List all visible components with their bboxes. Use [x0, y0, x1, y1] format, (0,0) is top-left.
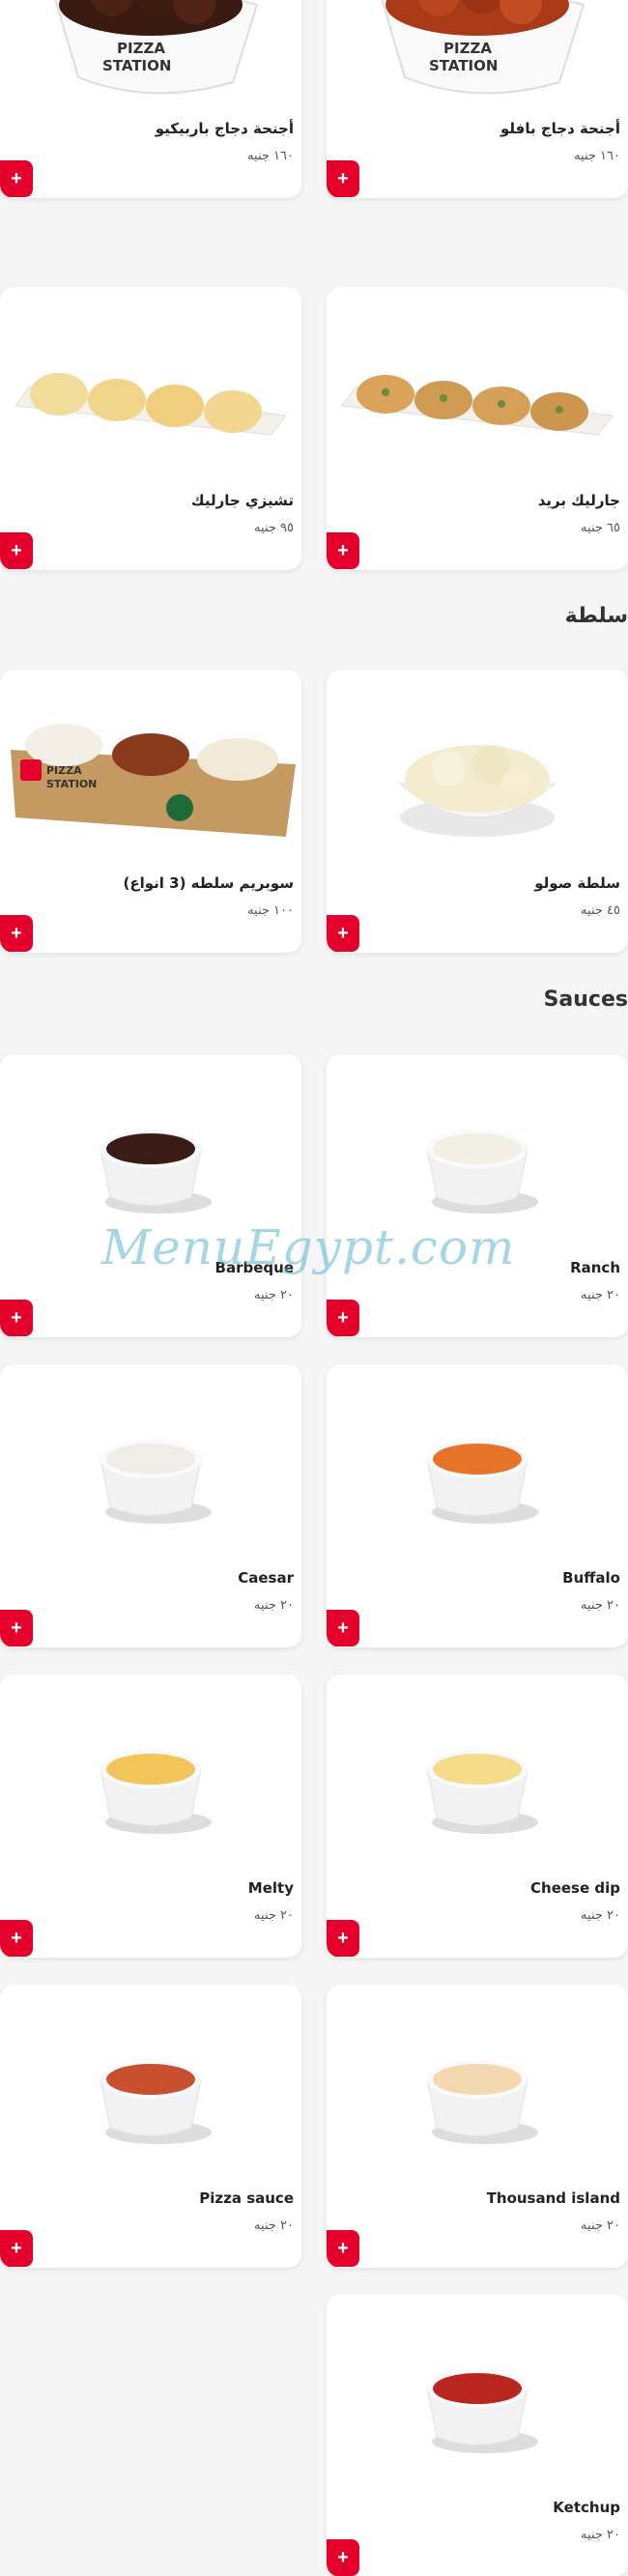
add-to-cart-button[interactable]: + [327, 915, 359, 952]
add-to-cart-button[interactable]: + [0, 160, 33, 197]
add-to-cart-button[interactable]: + [327, 2230, 359, 2267]
cheese-dip-image [327, 1674, 628, 1892]
ketchup-image [327, 2294, 628, 2511]
item-name: Cheese dip [530, 1879, 620, 1897]
menu-card-cheese-dip[interactable]: Cheese dip ٢٠ جنيه + [327, 1674, 628, 1958]
item-name: Ketchup [553, 2499, 620, 2516]
item-price: ١٦٠ جنيه [574, 149, 620, 163]
caesar-sauce-image [0, 1364, 301, 1582]
item-price: ٢٠ جنيه [581, 1288, 620, 1302]
menu-card-buffalo[interactable]: Buffalo ٢٠ جنيه + [327, 1364, 628, 1647]
item-price: ١٠٠ جنيه [247, 903, 294, 918]
svg-text:PIZZA: PIZZA [443, 40, 492, 57]
garlic-bread-image [327, 287, 628, 504]
item-name: Pizza sauce [199, 2190, 294, 2207]
item-name: Caesar [238, 1569, 294, 1587]
item-name: أجنحة دجاج بافلو [500, 120, 620, 137]
item-name: جارليك بريد [537, 492, 620, 509]
menu-card-buffalo-wings[interactable]: PIZZA STATION أجنحة دجاج بافلو ١٦٠ جنيه … [327, 0, 628, 198]
menu-card-barbeque[interactable]: Barbeque ٢٠ جنيه + [0, 1054, 301, 1337]
bbq-wings-image: PIZZA STATION [0, 0, 301, 132]
menu-card-ranch[interactable]: Ranch ٢٠ جنيه + [327, 1054, 628, 1337]
item-price: ٢٠ جنيه [581, 1598, 620, 1613]
item-price: ٢٠ جنيه [254, 1288, 294, 1302]
item-price: ٤٥ جنيه [581, 903, 620, 918]
menu-card-supreme-salad[interactable]: PIZZA STATION سوبريم سلطه (3 انواع) ١٠٠ … [0, 670, 301, 953]
item-name: Melty [247, 1879, 294, 1897]
menu-card-melty[interactable]: Melty ٢٠ جنيه + [0, 1674, 301, 1958]
svg-text:PIZZA: PIZZA [117, 40, 165, 57]
item-name: تشيزي جارليك [190, 492, 294, 509]
add-to-cart-button[interactable]: + [327, 532, 359, 569]
menu-card-thousand-island[interactable]: Thousand island ٢٠ جنيه + [327, 1985, 628, 2268]
item-price: ٢٠ جنيه [254, 1908, 294, 1923]
item-name: Buffalo [562, 1569, 620, 1587]
add-to-cart-button[interactable]: + [0, 2230, 33, 2267]
item-price: ٢٠ جنيه [581, 1908, 620, 1923]
add-to-cart-button[interactable]: + [0, 532, 33, 569]
pizza-sauce-image [0, 1985, 301, 2202]
add-to-cart-button[interactable]: + [327, 1300, 359, 1336]
menu-card-caesar[interactable]: Caesar ٢٠ جنيه + [0, 1364, 301, 1647]
item-price: ٩٥ جنيه [254, 521, 294, 535]
menu-card-ketchup[interactable]: Ketchup ٢٠ جنيه + [327, 2294, 628, 2576]
add-to-cart-button[interactable]: + [327, 1920, 359, 1957]
add-to-cart-button[interactable]: + [327, 1610, 359, 1646]
add-to-cart-button[interactable]: + [0, 1920, 33, 1957]
add-to-cart-button[interactable]: + [0, 1610, 33, 1646]
menu-card-coleslaw[interactable]: سلطة صولو ٤٥ جنيه + [327, 670, 628, 953]
thousand-island-image [327, 1985, 628, 2202]
item-name: سلطة صولو [534, 874, 620, 892]
svg-text:STATION: STATION [102, 57, 171, 74]
item-price: ٢٠ جنيه [581, 2528, 620, 2542]
item-price: ٢٠ جنيه [581, 2218, 620, 2233]
menu-card-garlic-bread[interactable]: جارليك بريد ٦٥ جنيه + [327, 287, 628, 570]
add-to-cart-button[interactable]: + [327, 160, 359, 197]
supreme-salad-image: PIZZA STATION [0, 670, 301, 887]
menu-card-bbq-wings[interactable]: PIZZA STATION أجنحة دجاج باربيكيو ١٦٠ جن… [0, 0, 301, 198]
item-name: أجنحة دجاج باربيكيو [155, 120, 294, 137]
section-title-salad: سلطة [564, 604, 628, 628]
svg-text:STATION: STATION [46, 778, 97, 790]
item-price: ٢٠ جنيه [254, 1598, 294, 1613]
buffalo-sauce-image [327, 1364, 628, 1582]
item-price: ١٦٠ جنيه [247, 149, 294, 163]
section-title-sauces: Sauces [543, 987, 628, 1012]
add-to-cart-button[interactable]: + [0, 915, 33, 952]
coleslaw-image [327, 670, 628, 887]
watermark-logo: MenuEgypt.com [101, 1219, 516, 1275]
add-to-cart-button[interactable]: + [327, 2539, 359, 2576]
add-to-cart-button[interactable]: + [0, 1300, 33, 1336]
svg-text:STATION: STATION [429, 57, 498, 74]
menu-card-cheesy-garlic[interactable]: تشيزي جارليك ٩٥ جنيه + [0, 287, 301, 570]
menu-card-pizza-sauce[interactable]: Pizza sauce ٢٠ جنيه + [0, 1985, 301, 2268]
melty-sauce-image [0, 1674, 301, 1892]
item-price: ٦٥ جنيه [581, 521, 620, 535]
item-name: Ranch [570, 1259, 620, 1276]
svg-text:PIZZA: PIZZA [46, 764, 82, 777]
item-name: سوبريم سلطه (3 انواع) [123, 874, 295, 892]
item-price: ٢٠ جنيه [254, 2218, 294, 2233]
cheesy-garlic-image [0, 287, 301, 504]
item-name: Thousand island [486, 2190, 620, 2207]
buffalo-wings-image: PIZZA STATION [327, 0, 628, 132]
